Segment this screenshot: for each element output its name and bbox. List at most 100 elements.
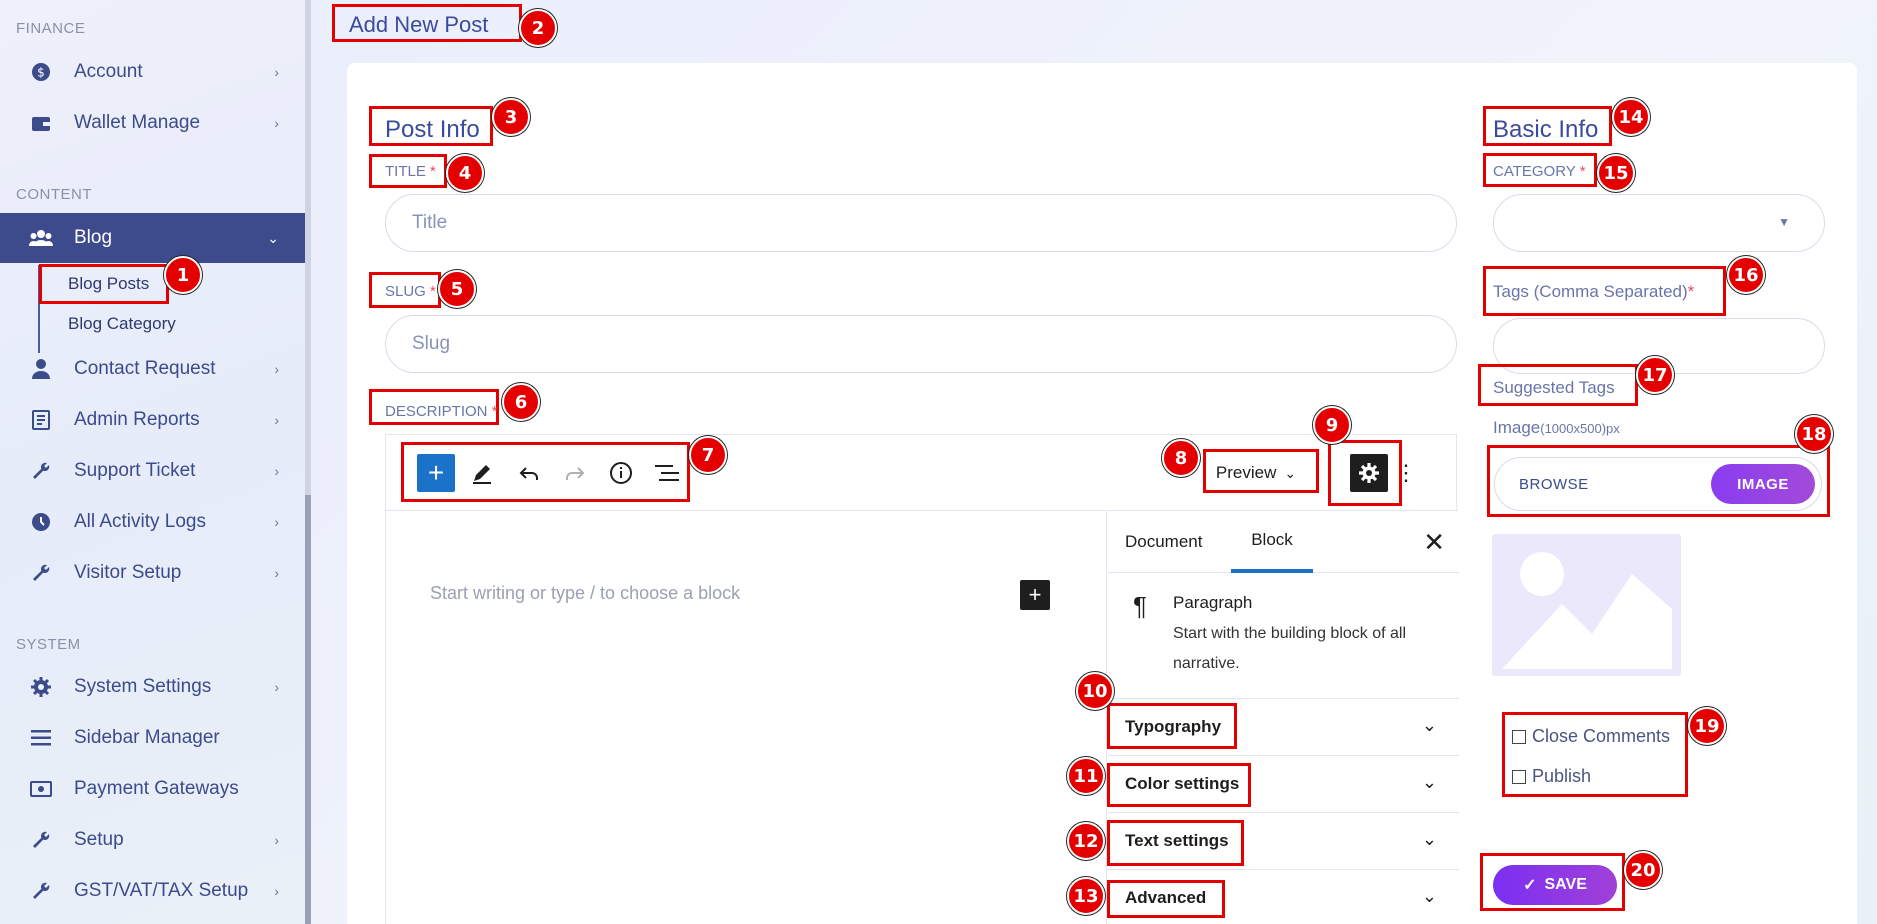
annotation-badge-7: 7	[689, 436, 727, 474]
block-name: Paragraph	[1173, 593, 1253, 612]
sidebar-item-contact[interactable]: Contact Request ›	[0, 344, 305, 394]
close-comments-label: Close Comments	[1532, 726, 1671, 746]
sidebar-item-support[interactable]: Support Ticket ›	[0, 446, 305, 496]
page-title: Add New Post	[332, 4, 522, 42]
wrench-icon	[28, 562, 54, 584]
title-input[interactable]: Title	[385, 194, 1457, 252]
annotation-badge-20: 20	[1624, 851, 1662, 889]
wrench-icon	[28, 460, 54, 482]
slug-input[interactable]: Slug	[385, 315, 1457, 373]
description-label: DESCRIPTION *	[385, 403, 498, 420]
category-label: CATEGORY *	[1493, 163, 1586, 180]
annotation-badge-4: 4	[446, 154, 484, 192]
tab-document[interactable]: Document	[1125, 511, 1202, 573]
annotation-box-8	[1203, 449, 1319, 493]
sidebar-item-wallet[interactable]: Wallet Manage ›	[0, 98, 305, 148]
chevron-down-icon: ⌄	[267, 229, 279, 246]
chevron-right-icon: ›	[274, 832, 279, 848]
close-comments-checkbox[interactable]	[1512, 729, 1526, 744]
scrollbar-thumb[interactable]	[305, 495, 311, 924]
money-bill-icon	[28, 778, 54, 800]
sidebar-subitem-blog-category[interactable]: Blog Category	[68, 314, 176, 334]
chevron-down-icon: ⌄	[1421, 886, 1437, 906]
annotation-badge-18: 18	[1795, 415, 1833, 453]
chevron-right-icon: ›	[274, 883, 279, 899]
save-button[interactable]: ✓ SAVE	[1493, 865, 1617, 905]
annotation-box-12	[1107, 820, 1244, 866]
sidebar-item-label: System Settings	[74, 676, 212, 697]
sidebar-item-label: Setup	[74, 829, 124, 850]
section-label-system: SYSTEM	[16, 636, 81, 653]
annotation-badge-11: 11	[1067, 757, 1105, 795]
chevron-right-icon: ›	[274, 64, 279, 80]
annotation-box-13	[1107, 880, 1225, 918]
suggested-tags-label: Suggested Tags	[1493, 378, 1615, 397]
block-card: ¶ Paragraph Start with the building bloc…	[1107, 573, 1459, 699]
annotation-box-10	[1107, 703, 1237, 749]
annotation-box-9	[1328, 440, 1402, 506]
save-label: SAVE	[1544, 876, 1587, 893]
close-comments-row[interactable]: Close Comments	[1512, 726, 1670, 747]
close-icon[interactable]: ✕	[1423, 527, 1445, 558]
panel-tabs: Document Block ✕	[1107, 511, 1459, 573]
image-preview	[1492, 534, 1681, 676]
chevron-right-icon: ›	[274, 412, 279, 428]
sidebar-item-system-settings[interactable]: System Settings ›	[0, 662, 305, 712]
chevron-right-icon: ›	[274, 115, 279, 131]
sidebar-item-setup[interactable]: Setup ›	[0, 815, 305, 865]
sidebar-item-gst[interactable]: GST/VAT/TAX Setup ›	[0, 866, 305, 916]
image-upload-button[interactable]: IMAGE	[1711, 464, 1815, 504]
sidebar-item-label: Sidebar Manager	[74, 727, 220, 748]
annotation-badge-9: 9	[1313, 406, 1351, 444]
image-file-input[interactable]: BROWSE IMAGE	[1494, 457, 1822, 511]
category-select[interactable]: ▼	[1493, 194, 1825, 252]
post-info-heading: Post Info	[385, 116, 480, 143]
sidebar-item-label: All Activity Logs	[74, 511, 206, 532]
annotation-badge-6: 6	[502, 383, 540, 421]
sidebar-item-blog[interactable]: Blog ⌄	[0, 213, 305, 263]
sidebar-subitem-blog-posts[interactable]: Blog Posts	[68, 274, 149, 294]
slug-label: SLUG *	[385, 283, 436, 300]
tab-block[interactable]: Block	[1231, 511, 1313, 573]
clock-icon	[28, 511, 54, 533]
chevron-down-icon: ⌄	[1421, 715, 1437, 735]
user-icon	[28, 358, 54, 380]
sidebar-item-account[interactable]: $ Account ›	[0, 47, 305, 97]
sidebar-item-visitor[interactable]: Visitor Setup ›	[0, 548, 305, 598]
sidebar-item-label: Admin Reports	[74, 409, 200, 430]
money-icon: $	[28, 61, 54, 83]
chevron-right-icon: ›	[274, 463, 279, 479]
chevron-right-icon: ›	[274, 514, 279, 530]
editor-placeholder[interactable]: Start writing or type / to choose a bloc…	[430, 583, 740, 604]
annotation-badge-8: 8	[1162, 439, 1200, 477]
section-label-content: CONTENT	[16, 186, 92, 203]
annotation-badge-13: 13	[1067, 877, 1105, 915]
paragraph-icon: ¶	[1133, 591, 1147, 621]
chevron-right-icon: ›	[274, 361, 279, 377]
publish-checkbox[interactable]	[1512, 769, 1526, 784]
sidebar-item-sidebar-manager[interactable]: Sidebar Manager	[0, 713, 305, 763]
annotation-box-11	[1107, 763, 1251, 807]
section-label-finance: FINANCE	[16, 20, 86, 37]
sidebar-item-payment[interactable]: Payment Gateways	[0, 764, 305, 814]
annotation-badge-14: 14	[1612, 98, 1650, 136]
sidebar-item-label: GST/VAT/TAX Setup	[74, 880, 249, 901]
inline-add-block-button[interactable]: +	[1020, 580, 1050, 610]
annotation-badge-16: 16	[1727, 256, 1765, 294]
sidebar-item-reports[interactable]: Admin Reports ›	[0, 395, 305, 445]
annotation-badge-1: 1	[164, 256, 202, 294]
publish-row[interactable]: Publish	[1512, 766, 1591, 787]
image-placeholder-icon	[1502, 552, 1672, 669]
chevron-right-icon: ›	[274, 565, 279, 581]
sidebar: FINANCE $ Account › Wallet Manage › CONT…	[0, 0, 305, 924]
annotation-badge-15: 15	[1597, 154, 1635, 192]
browse-label[interactable]: BROWSE	[1519, 476, 1589, 493]
chevron-down-icon: ⌄	[1421, 772, 1437, 792]
wrench-icon	[28, 880, 54, 902]
sidebar-item-activity[interactable]: All Activity Logs ›	[0, 497, 305, 547]
annotation-badge-5: 5	[438, 270, 476, 308]
basic-info-heading: Basic Info	[1493, 116, 1599, 143]
sidebar-scrollbar[interactable]	[305, 0, 311, 924]
annotation-badge-17: 17	[1636, 356, 1674, 394]
report-icon	[28, 409, 54, 431]
